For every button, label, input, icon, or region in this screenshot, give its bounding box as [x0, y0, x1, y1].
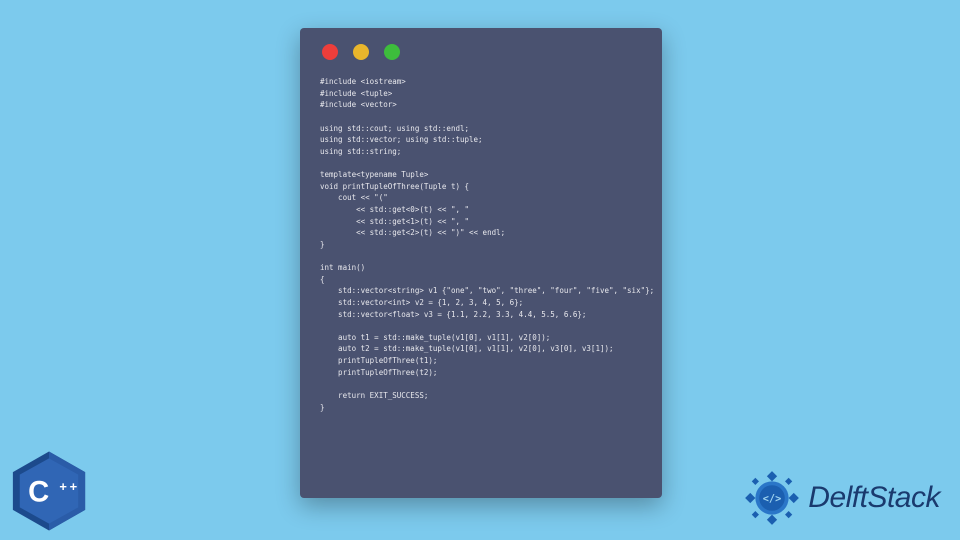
code-content: #include <iostream> #include <tuple> #in…: [300, 60, 662, 429]
delftstack-badge-icon: </>: [740, 466, 804, 530]
code-editor-window: #include <iostream> #include <tuple> #in…: [300, 28, 662, 498]
delftstack-logo: </> DelftStack: [740, 466, 940, 530]
svg-text:C: C: [28, 476, 49, 508]
delftstack-brand-text: DelftStack: [808, 481, 940, 515]
svg-text:+: +: [59, 479, 67, 494]
window-controls: [300, 28, 662, 60]
maximize-dot-icon[interactable]: [384, 44, 400, 60]
svg-text:+: +: [70, 479, 78, 494]
svg-text:</>: </>: [763, 493, 782, 505]
cpp-language-badge: C + +: [6, 448, 92, 534]
minimize-dot-icon[interactable]: [353, 44, 369, 60]
close-dot-icon[interactable]: [322, 44, 338, 60]
